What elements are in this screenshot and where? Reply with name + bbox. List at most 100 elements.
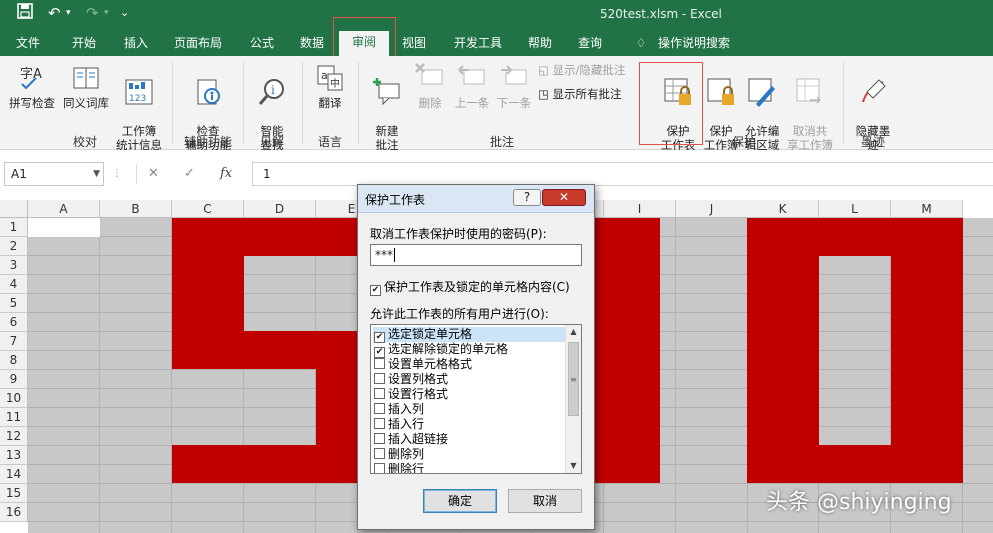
permission-item[interactable]: ✔ 选定锁定单元格 (373, 327, 566, 343)
column-header-k[interactable]: K (747, 200, 819, 218)
select-all-corner[interactable] (0, 200, 28, 218)
checkbox-unchecked-icon[interactable] (374, 418, 385, 429)
tab-page-layout[interactable]: 页面布局 (166, 33, 230, 55)
save-icon[interactable] (16, 2, 34, 24)
column-header-c[interactable]: C (172, 200, 244, 218)
row-header-14[interactable]: 14 (0, 465, 28, 484)
next-comment-button[interactable]: 下一条 (494, 62, 534, 110)
dialog-title-bar[interactable]: 保护工作表 ? ✕ (358, 185, 594, 213)
permission-item[interactable]: 设置行格式 (373, 387, 566, 402)
checkbox-unchecked-icon[interactable] (374, 463, 385, 473)
tab-insert[interactable]: 插入 (114, 33, 158, 55)
row-header-11[interactable]: 11 (0, 408, 28, 427)
redo-dropdown-icon[interactable]: ▾ (104, 2, 109, 24)
password-label: 取消工作表保护时使用的密码(P): (370, 227, 547, 241)
checkbox-unchecked-icon[interactable] (374, 448, 385, 459)
row-header-9[interactable]: 9 (0, 370, 28, 389)
undo-dropdown-icon[interactable]: ▾ (66, 2, 71, 24)
permissions-scrollbar[interactable]: ▲ ≡ ▼ (565, 325, 581, 473)
tab-developer[interactable]: 开发工具 (446, 33, 510, 55)
row-header-10[interactable]: 10 (0, 389, 28, 408)
tab-data[interactable]: 数据 (290, 33, 334, 55)
previous-comment-button[interactable]: 上一条 (452, 62, 492, 110)
row-header-15[interactable]: 15 (0, 484, 28, 503)
tab-review[interactable]: 审阅 (339, 31, 389, 56)
checkbox-unchecked-icon[interactable] (374, 403, 385, 414)
row-header-12[interactable]: 12 (0, 427, 28, 446)
permission-item[interactable]: 设置列格式 (373, 372, 566, 387)
checkbox-unchecked-icon[interactable] (374, 358, 385, 369)
permission-label: 删除行 (388, 462, 425, 474)
red-cells-5-bottom (172, 445, 388, 483)
permission-item[interactable]: ✔ 选定解除锁定的单元格 (373, 342, 566, 358)
row-header-8[interactable]: 8 (0, 351, 28, 370)
show-all-comments-button[interactable]: ◳ 显示所有批注 (538, 86, 622, 102)
help-button[interactable]: ? (513, 189, 541, 206)
column-header-b[interactable]: B (100, 200, 172, 218)
column-header-d[interactable]: D (244, 200, 316, 218)
spelling-button[interactable]: 字A 拼写检查 (6, 62, 58, 110)
insert-function-icon[interactable]: fx (220, 162, 232, 186)
new-comment-button[interactable]: 新建 批注 (364, 62, 410, 152)
thesaurus-button[interactable]: 同义词库 (60, 62, 112, 110)
row-header-1[interactable]: 1 (0, 218, 28, 237)
formula-input[interactable]: 1 (252, 162, 993, 186)
row-header-16[interactable]: 16 (0, 503, 28, 522)
row-header-7[interactable]: 7 (0, 332, 28, 351)
scroll-down-icon[interactable]: ▼ (566, 459, 581, 473)
password-input[interactable]: *** (370, 244, 582, 266)
group-separator (302, 62, 303, 144)
tab-home[interactable]: 开始 (62, 33, 106, 55)
permission-item[interactable]: 插入超链接 (373, 432, 566, 447)
drag-handle-icon[interactable]: ⋮ (112, 168, 122, 179)
show-hide-comment-label: 显示/隐藏批注 (552, 63, 626, 77)
checkbox-unchecked-icon[interactable] (374, 373, 385, 384)
protect-contents-checkbox[interactable]: ✔ 保护工作表及锁定的单元格内容(C) (370, 278, 570, 296)
column-header-l[interactable]: L (819, 200, 891, 218)
tab-help[interactable]: 帮助 (518, 33, 562, 55)
permission-item[interactable]: 插入列 (373, 402, 566, 417)
cancel-button[interactable]: 取消 (508, 489, 582, 513)
row-header-4[interactable]: 4 (0, 275, 28, 294)
scroll-up-icon[interactable]: ▲ (566, 325, 581, 339)
row-header-5[interactable]: 5 (0, 294, 28, 313)
tell-me-search[interactable]: 操作说明搜索 (652, 33, 736, 55)
enter-entry-icon[interactable]: ✓ (184, 162, 195, 186)
permission-item[interactable]: 删除列 (373, 447, 566, 462)
permission-item[interactable]: 插入行 (373, 417, 566, 432)
column-header-m[interactable]: M (891, 200, 963, 218)
tab-query[interactable]: 查询 (568, 33, 612, 55)
translate-button[interactable]: a中 翻译 (308, 62, 352, 110)
tab-view[interactable]: 视图 (392, 33, 436, 55)
row-header-3[interactable]: 3 (0, 256, 28, 275)
customize-toolbar-icon[interactable]: ⌄ (120, 2, 129, 24)
checkbox-unchecked-icon[interactable] (374, 433, 385, 444)
column-header-a[interactable]: A (28, 200, 100, 218)
tab-file[interactable]: 文件 (6, 33, 50, 55)
close-button[interactable]: ✕ (542, 189, 586, 206)
undo-icon[interactable]: ↶ (48, 2, 61, 24)
active-cell-a1[interactable] (28, 218, 100, 237)
permissions-list[interactable]: ✔ 选定锁定单元格 ✔ 选定解除锁定的单元格 设置单元格格式 设置列格式 设置行格式 插入列插… (370, 324, 582, 474)
permission-item[interactable]: 设置单元格格式 (373, 357, 566, 372)
delete-comment-button[interactable]: 删除 (410, 62, 450, 110)
row-header-13[interactable]: 13 (0, 446, 28, 465)
redo-icon[interactable]: ↷ (86, 2, 99, 24)
show-hide-comment-button[interactable]: ◱ 显示/隐藏批注 (538, 62, 625, 78)
red-cells-5-middle (172, 331, 388, 369)
workbook-statistics-button[interactable]: 123 工作簿 统计信息 (114, 62, 164, 152)
permission-item[interactable]: 删除行 (373, 462, 566, 474)
checkbox-unchecked-icon[interactable] (374, 388, 385, 399)
row-header-2[interactable]: 2 (0, 237, 28, 256)
ok-button[interactable]: 确定 (423, 489, 497, 513)
column-header-j[interactable]: J (676, 200, 748, 218)
column-header-i[interactable]: I (604, 200, 676, 218)
checkbox-checked-icon[interactable]: ✔ (370, 285, 381, 296)
cancel-entry-icon[interactable]: ✕ (148, 162, 159, 186)
row-header-6[interactable]: 6 (0, 313, 28, 332)
chevron-down-icon[interactable]: ▼ (93, 163, 100, 185)
name-box[interactable]: A1 ▼ (4, 162, 104, 186)
tab-formulas[interactable]: 公式 (240, 33, 284, 55)
scroll-thumb[interactable]: ≡ (568, 342, 579, 416)
unshare-workbook-button[interactable]: 取消共 享工作簿 (785, 62, 835, 152)
